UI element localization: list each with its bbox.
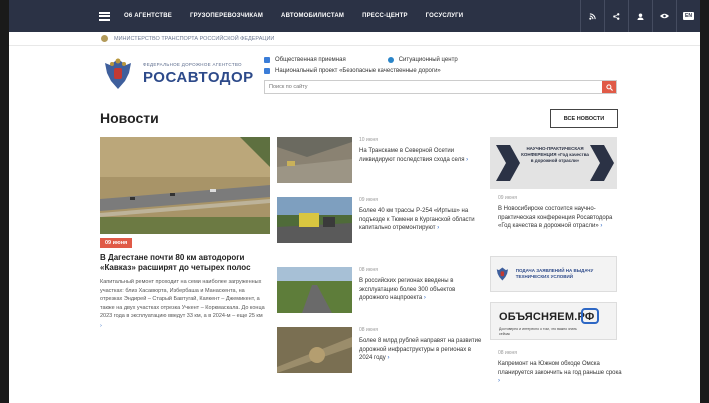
site-logo[interactable]: ФЕДЕРАЛЬНОЕ ДОРОЖНОЕ АГЕНТСТВО РОСАВТОДО… <box>101 55 254 93</box>
news-date: 09 июня <box>498 195 517 201</box>
main-news-text: Капитальный ремонт проходит на семи наиб… <box>100 278 268 330</box>
conference-banner-text: НАУЧНО-ПРАКТИЧЕСКАЯ КОНФЕРЕНЦИЯ «Год кач… <box>521 146 589 163</box>
main-news-image[interactable] <box>100 137 270 234</box>
news-text: Более 40 км трассы Р-254 «Иртыш» на подъ… <box>359 208 475 231</box>
language-label: EN <box>683 12 694 20</box>
list-item[interactable]: 09 июня Более 40 км трассы Р-254 «Иртыш»… <box>277 197 487 253</box>
nav-item-about[interactable]: О6 АГЕНТСТВЕ <box>124 13 172 19</box>
nav-item-carriers[interactable]: ГРУЗОПЕРЕВОЗЧИКАМ <box>190 13 263 19</box>
reception-icon <box>264 56 270 63</box>
news-date: 08 июня <box>359 267 378 273</box>
situation-center-link[interactable]: Ситуационный центр <box>399 57 458 63</box>
project-icon <box>264 67 270 74</box>
page: О6 АГЕНТСТВЕ ГРУЗОПЕРЕВОЗЧИКАМ АВТОМОБИЛ… <box>9 0 700 403</box>
nav-item-motorists[interactable]: АВТОМОБИЛИСТАМ <box>281 13 344 19</box>
reception-link[interactable]: Общественная приемная <box>275 57 346 63</box>
search-icon <box>605 83 613 91</box>
coat-of-arms-icon <box>101 55 135 93</box>
main-news-body: Капитальный ремонт проходит на семи наиб… <box>100 279 265 319</box>
news-date: 10 июня <box>359 137 378 143</box>
news-date: 08 июня <box>359 327 378 333</box>
ministry-emblem-icon <box>101 35 108 42</box>
search-input[interactable] <box>265 81 602 93</box>
obyasnyaem-banner[interactable]: ОБЪЯСНЯЕМ.РФ Достоверно и интересно о то… <box>490 302 617 340</box>
national-project-link[interactable]: Национальный проект «Безопасные качестве… <box>275 68 441 74</box>
news-image <box>277 327 352 373</box>
main-news-arrow-icon[interactable]: › <box>100 322 268 331</box>
main-news-headline[interactable]: В Дагестане почти 80 км автодороги «Кавк… <box>100 253 270 273</box>
eye-icon[interactable] <box>652 0 676 32</box>
list-item[interactable]: 08 июня Более 8 млрд рублей направят на … <box>277 327 487 383</box>
nav-item-services[interactable]: ГОСУСЛУГИ <box>426 13 464 19</box>
language-switch[interactable]: EN <box>676 0 700 32</box>
logo-subtitle: ФЕДЕРАЛЬНОЕ ДОРОЖНОЕ АГЕНТСТВО <box>143 62 242 67</box>
header-links: Общественная приемная Ситуационный центр… <box>264 54 458 76</box>
nav-item-press[interactable]: ПРЕСС-ЦЕНТР <box>362 13 408 19</box>
ministry-link[interactable]: МИНИСТЕРСТВО ТРАНСПОРТА РОССИЙСКОЙ ФЕДЕР… <box>114 36 274 42</box>
news-date: 09 июня <box>359 197 378 203</box>
gosuslugi-banner[interactable]: ПОДАЧА ЗАЯВЛЕНИЙ НА ВЫДАЧУ ТЕХНИЧЕСКИХ У… <box>490 256 617 292</box>
top-navigation: О6 АГЕНТСТВЕ ГРУЗОПЕРЕВОЗЧИКАМ АВТОМОБИЛ… <box>9 0 700 32</box>
list-item[interactable]: 08 июня В российских регионах введены в … <box>277 267 487 323</box>
news-image <box>277 137 352 183</box>
obyasnyaem-subtitle: Достоверно и интересно о том, что важно … <box>499 327 577 336</box>
search-button[interactable] <box>602 81 616 93</box>
news-text: Более 8 млрд рублей направят на развитие… <box>359 338 482 361</box>
news-text[interactable]: Капремонт на Южном обходе Омска планируе… <box>498 360 623 386</box>
news-section-title: Новости <box>100 110 159 126</box>
speech-bubble-icon <box>581 308 599 324</box>
conference-banner[interactable]: НАУЧНО-ПРАКТИЧЕСКАЯ КОНФЕРЕНЦИЯ «Год кач… <box>490 137 617 189</box>
coat-of-arms-icon <box>496 267 509 281</box>
search-bar <box>264 80 617 94</box>
logo-title: РОСАВТОДОР <box>143 69 254 86</box>
site-header: ФЕДЕРАЛЬНОЕ ДОРОЖНОЕ АГЕНТСТВО РОСАВТОДО… <box>9 46 700 102</box>
ministry-bar: МИНИСТЕРСТВО ТРАНСПОРТА РОССИЙСКОЙ ФЕДЕР… <box>9 32 700 46</box>
nav-icons: EN <box>580 0 700 32</box>
list-item[interactable]: 10 июня На Транскаме в Северной Осетии л… <box>277 137 487 193</box>
news-text: В российских регионах введены в эксплуат… <box>359 278 456 301</box>
rss-icon[interactable] <box>580 0 604 32</box>
all-news-button[interactable]: ВСЕ НОВОСТИ <box>550 109 618 128</box>
user-icon[interactable] <box>628 0 652 32</box>
news-image <box>277 197 352 243</box>
news-text: На Транскаме в Северной Осетии ликвидиру… <box>359 148 469 163</box>
info-icon <box>387 56 394 63</box>
news-image <box>277 267 352 313</box>
gosuslugi-banner-text: ПОДАЧА ЗАЯВЛЕНИЙ НА ВЫДАЧУ ТЕХНИЧЕСКИХ У… <box>515 268 594 279</box>
main-news-date-badge: 09 июня <box>100 238 133 248</box>
share-icon[interactable] <box>604 0 628 32</box>
news-date: 08 июня <box>498 350 517 356</box>
menu-icon[interactable] <box>99 11 110 21</box>
news-text[interactable]: В Новосибирске состоится научно-практиче… <box>498 205 623 231</box>
